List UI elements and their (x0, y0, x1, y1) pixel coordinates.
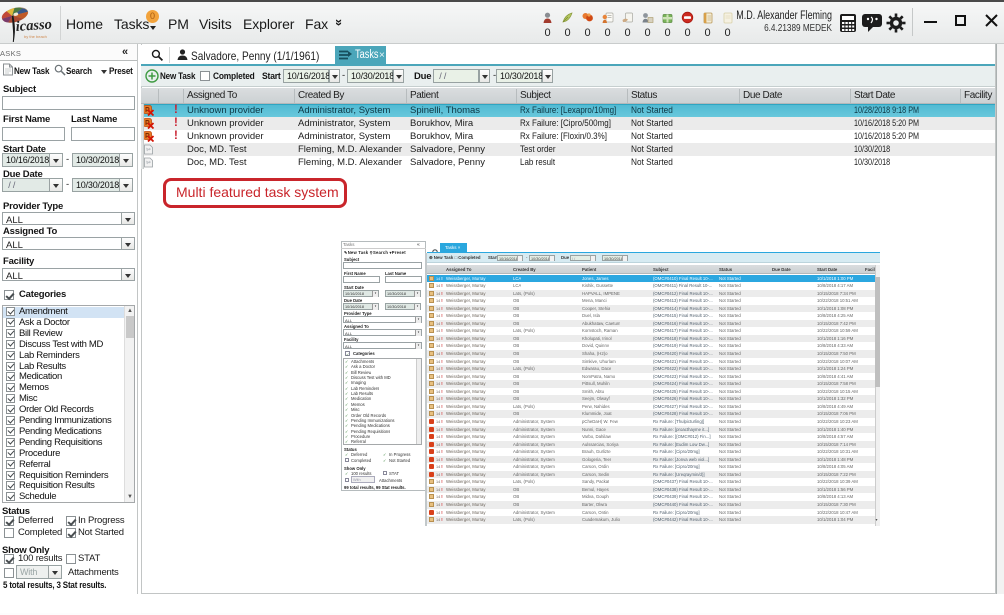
svg-text:by the beach: by the beach (24, 34, 47, 39)
svg-text:icasso: icasso (15, 17, 52, 35)
